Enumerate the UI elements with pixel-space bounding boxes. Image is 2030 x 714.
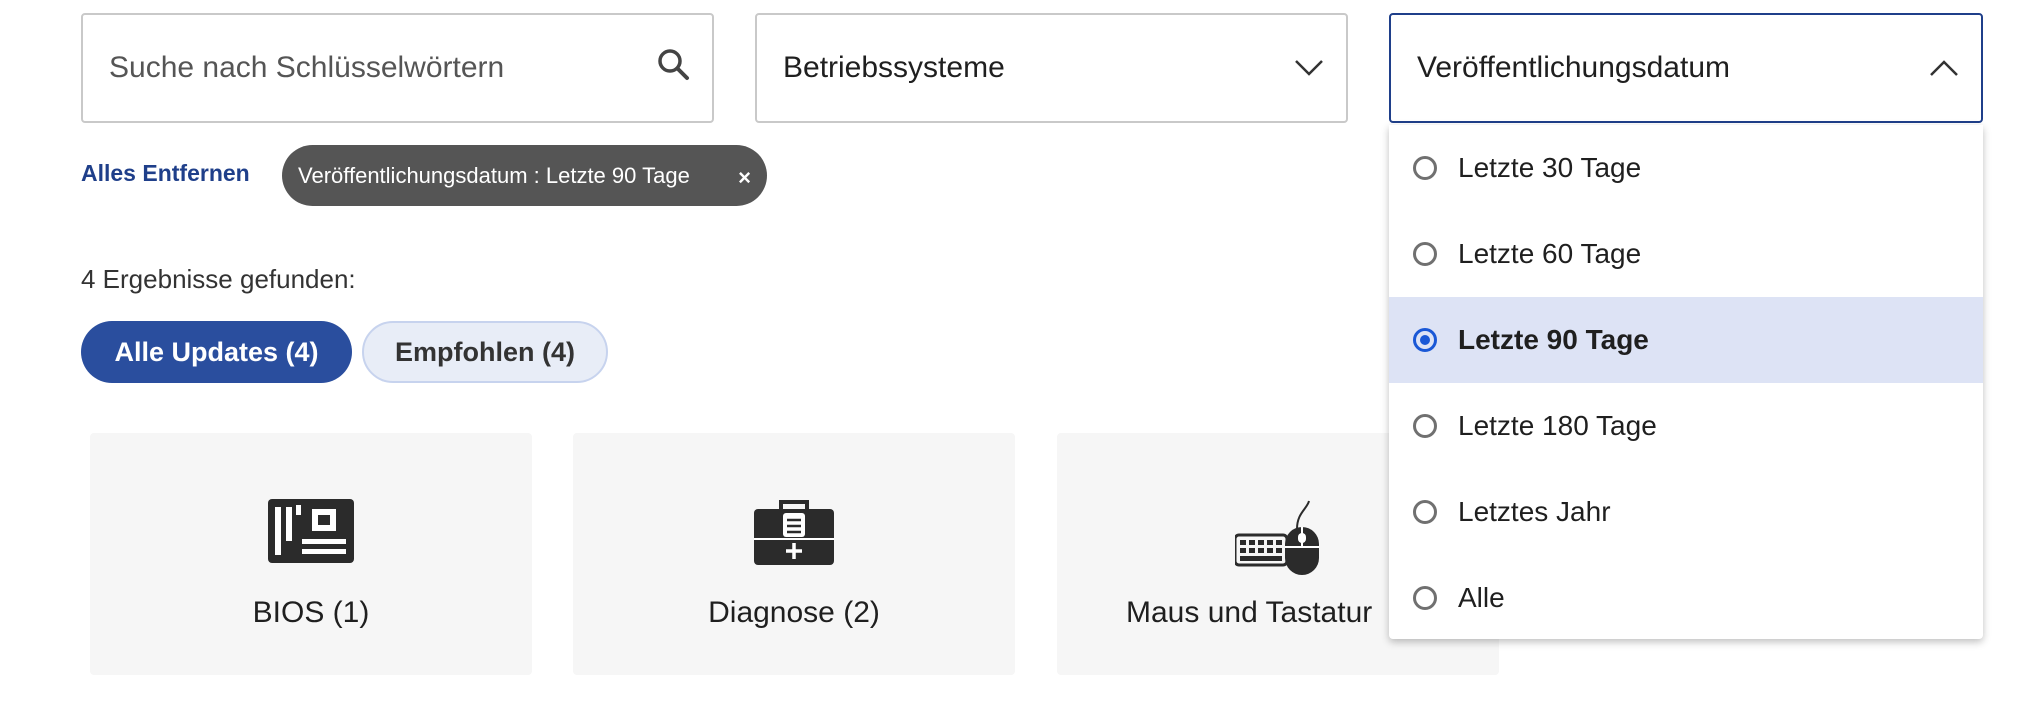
date-dropdown-menu: Letzte 30 Tage Letzte 60 Tage Letzte 90 …	[1389, 125, 1983, 639]
results-count: 4 Ergebnisse gefunden:	[81, 264, 356, 294]
date-option[interactable]: Letzte 30 Tage	[1389, 125, 1983, 211]
date-option[interactable]: Letzte 180 Tage	[1389, 383, 1983, 469]
active-filter-label: Veröffentlichungsdatum : Letzte 90 Tage	[298, 162, 690, 188]
date-option-label: Alle	[1458, 582, 1505, 613]
radio-icon[interactable]	[1413, 414, 1437, 438]
radio-selected-icon[interactable]	[1413, 328, 1437, 352]
date-option[interactable]: Letztes Jahr	[1389, 469, 1983, 555]
date-option[interactable]: Alle	[1389, 555, 1983, 639]
remove-filter-icon[interactable]: ×	[738, 165, 751, 191]
os-select[interactable]: Betriebssysteme	[755, 13, 1348, 123]
search-input[interactable]: Suche nach Schlüsselwörtern	[81, 13, 714, 123]
toolbox-icon	[754, 499, 834, 570]
date-option-selected[interactable]: Letzte 90 Tage	[1389, 297, 1983, 383]
motherboard-icon	[268, 499, 354, 568]
keyboard-mouse-icon	[1233, 499, 1321, 580]
date-option-label: Letzte 180 Tage	[1458, 410, 1657, 441]
chevron-up-icon	[1929, 51, 1959, 85]
tab-recommended[interactable]: Empfohlen (4)	[362, 321, 608, 383]
category-label: Diagnose (2)	[708, 596, 880, 629]
date-select[interactable]: Veröffentlichungsdatum	[1389, 13, 1983, 123]
tab-all-updates[interactable]: Alle Updates (4)	[81, 321, 352, 383]
category-card-bios[interactable]: BIOS (1)	[90, 433, 532, 675]
category-label: BIOS (1)	[252, 596, 370, 629]
date-option-label: Letztes Jahr	[1458, 496, 1611, 527]
radio-icon[interactable]	[1413, 586, 1437, 610]
active-filter-chip: Veröffentlichungsdatum : Letzte 90 Tage …	[282, 145, 767, 206]
date-option-label: Letzte 90 Tage	[1458, 324, 1649, 355]
chevron-down-icon	[1294, 51, 1324, 85]
radio-icon[interactable]	[1413, 242, 1437, 266]
radio-icon[interactable]	[1413, 500, 1437, 524]
os-select-label: Betriebssysteme	[783, 51, 1005, 84]
radio-icon[interactable]	[1413, 156, 1437, 180]
clear-all-link[interactable]: Alles Entfernen	[81, 160, 250, 187]
date-option[interactable]: Letzte 60 Tage	[1389, 211, 1983, 297]
search-icon[interactable]	[656, 47, 690, 89]
category-card-diagnose[interactable]: Diagnose (2)	[573, 433, 1015, 675]
search-placeholder: Suche nach Schlüsselwörtern	[109, 51, 505, 84]
date-option-label: Letzte 30 Tage	[1458, 152, 1642, 183]
date-option-label: Letzte 60 Tage	[1458, 238, 1642, 269]
date-select-label: Veröffentlichungsdatum	[1417, 51, 1730, 84]
